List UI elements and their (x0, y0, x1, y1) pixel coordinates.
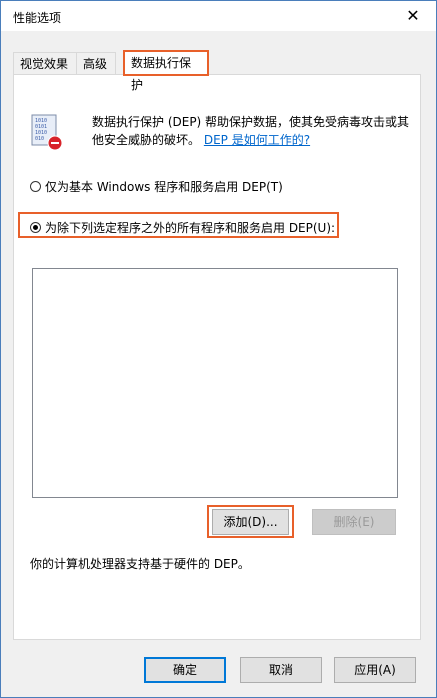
option-all-except-label: 为除下列选定程序之外的所有程序和服务启用 DEP(U): (45, 221, 336, 235)
option-all-except[interactable]: 为除下列选定程序之外的所有程序和服务启用 DEP(U): (30, 219, 335, 236)
ok-button[interactable]: 确定 (144, 657, 226, 683)
radio-essential-only[interactable] (30, 181, 41, 192)
tab-visual-effects[interactable]: 视觉效果 (13, 52, 77, 74)
tab-data-execution-prevention[interactable]: 数据执行保护 (123, 50, 209, 92)
performance-options-window: 性能选项 ✕ 视觉效果 高级 数据执行保护 1010 0101 1010 010… (0, 0, 437, 698)
excluded-programs-list[interactable] (32, 268, 398, 498)
title-bar: 性能选项 ✕ (1, 1, 436, 31)
svg-text:010: 010 (35, 136, 44, 142)
close-icon[interactable]: ✕ (404, 7, 422, 25)
dep-shield-icon: 1010 0101 1010 010 (31, 114, 63, 151)
apply-button[interactable]: 应用(A) (334, 657, 416, 683)
option-essential-only[interactable]: 仅为基本 Windows 程序和服务启用 DEP(T) (30, 178, 283, 195)
radio-all-except[interactable] (30, 222, 41, 233)
window-title: 性能选项 (13, 11, 62, 25)
cancel-button[interactable]: 取消 (240, 657, 322, 683)
dep-help-link[interactable]: DEP 是如何工作的? (204, 133, 310, 147)
dep-description: 数据执行保护 (DEP) 帮助保护数据，使其免受病毒攻击或其他安全威胁的破坏。 … (92, 113, 412, 149)
dep-tab-panel: 1010 0101 1010 010 数据执行保护 (DEP) 帮助保护数据，使… (13, 74, 421, 640)
option-essential-only-label: 仅为基本 Windows 程序和服务启用 DEP(T) (45, 180, 283, 194)
hardware-dep-note: 你的计算机处理器支持基于硬件的 DEP。 (30, 557, 250, 571)
tab-advanced[interactable]: 高级 (76, 52, 116, 74)
remove-button[interactable]: 删除(E) (312, 509, 396, 535)
tab-bar: 视觉效果 高级 数据执行保护 (13, 50, 421, 92)
add-button[interactable]: 添加(D)... (212, 509, 289, 535)
